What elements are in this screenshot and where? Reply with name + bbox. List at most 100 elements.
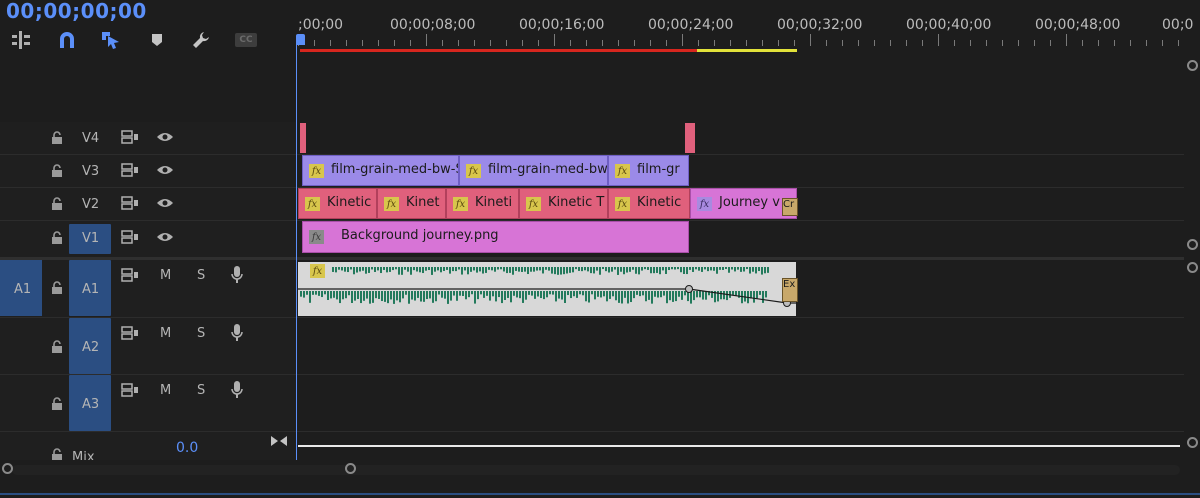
waveform-bar <box>540 291 542 299</box>
lock-icon[interactable] <box>50 397 64 411</box>
sync-lock-icon[interactable] <box>121 130 139 144</box>
eye-icon[interactable] <box>156 164 174 176</box>
transition-marker[interactable]: Ex <box>782 278 798 302</box>
waveform-bar <box>425 267 427 271</box>
time-ruler[interactable]: ;00;00 00;00;08;00 00;00;16;00 00;00;24;… <box>298 0 1193 56</box>
mute-button[interactable]: M <box>160 383 171 398</box>
clip-marker[interactable] <box>300 123 306 153</box>
clip-name: Kineti <box>475 195 513 210</box>
microphone-icon[interactable] <box>230 380 244 400</box>
waveform-bar <box>734 267 736 272</box>
ruler-tick <box>1018 40 1019 46</box>
clip-name: film-grain-med-bw- <box>488 162 608 177</box>
waveform-bar <box>338 267 340 270</box>
microphone-icon[interactable] <box>230 265 244 285</box>
solo-button[interactable]: S <box>197 383 205 398</box>
zoom-handle-left[interactable] <box>2 463 13 474</box>
eye-icon[interactable] <box>156 131 174 143</box>
playhead-line[interactable] <box>296 36 297 460</box>
wrench-settings-icon[interactable] <box>190 30 212 50</box>
waveform-bar <box>665 267 667 274</box>
lock-icon[interactable] <box>50 164 64 178</box>
insert-sequence-icon[interactable] <box>10 30 32 50</box>
waveform-bar <box>638 267 640 275</box>
solo-button[interactable]: S <box>197 268 205 283</box>
mute-button[interactable]: M <box>160 268 171 283</box>
scroll-handle[interactable] <box>1187 239 1198 250</box>
waveform-bar <box>495 291 497 302</box>
lock-icon[interactable] <box>50 131 64 145</box>
captions-icon[interactable]: CC <box>234 30 258 50</box>
linked-selection-icon[interactable] <box>100 30 122 50</box>
lock-icon[interactable] <box>50 281 64 295</box>
waveform-bar <box>531 291 533 296</box>
lock-icon[interactable] <box>50 340 64 354</box>
waveform-bar <box>560 267 562 275</box>
waveform-bar <box>419 267 421 273</box>
waveform-bar <box>429 291 431 299</box>
ruler-tick <box>538 40 539 46</box>
sync-lock-icon[interactable] <box>121 268 139 282</box>
clip-kinetic[interactable]: fx Kinetic <box>608 188 690 219</box>
clip-kinetic[interactable]: fx Kinet <box>377 188 446 219</box>
waveform-bar <box>605 267 607 272</box>
sync-lock-icon[interactable] <box>121 163 139 177</box>
fx-badge: fx <box>453 197 468 211</box>
solo-button[interactable]: S <box>197 326 205 341</box>
microphone-icon[interactable] <box>230 323 244 343</box>
clip-kinetic[interactable]: fx Kinetic <box>298 188 377 219</box>
waveform-bar <box>378 291 380 299</box>
sync-lock-icon[interactable] <box>121 230 139 244</box>
waveform-bar <box>662 267 664 271</box>
scroll-handle[interactable] <box>1187 262 1198 273</box>
clip-kinetic[interactable]: fx Kineti <box>446 188 519 219</box>
waveform-bar <box>428 267 430 271</box>
mute-button[interactable]: M <box>160 326 171 341</box>
clip-marker[interactable] <box>685 123 695 153</box>
clip-film-grain[interactable]: fx film-grain-med-bw- <box>459 155 608 186</box>
waveform-bar <box>483 291 485 298</box>
zoom-handle-right[interactable] <box>345 463 356 474</box>
sync-lock-icon[interactable] <box>121 196 139 210</box>
mix-level-line[interactable] <box>298 445 1180 447</box>
transition-marker[interactable]: Cr <box>782 198 798 216</box>
clip-background-journey[interactable]: fx Background journey.png <box>302 221 689 253</box>
mix-volume-value[interactable]: 0.0 <box>176 440 198 456</box>
scroll-handle[interactable] <box>1187 60 1198 71</box>
zoom-scroll-track[interactable] <box>12 465 1180 475</box>
playhead-timecode[interactable]: 00;00;00;00 <box>6 0 147 23</box>
eye-icon[interactable] <box>156 197 174 209</box>
keyframe-point[interactable] <box>685 285 693 293</box>
waveform-bar <box>363 291 365 301</box>
audio-clip[interactable]: fx Ex <box>298 262 798 316</box>
vertical-scrollbar[interactable] <box>1184 56 1200 460</box>
waveform-bar <box>513 291 515 296</box>
mix-bowtie-icon[interactable] <box>270 435 288 447</box>
waveform-bar <box>629 267 631 272</box>
snap-magnet-icon[interactable] <box>56 30 78 50</box>
waveform-bar <box>501 291 503 304</box>
waveform-bar <box>704 267 706 270</box>
eye-icon[interactable] <box>156 231 174 243</box>
waveform-bar <box>618 291 620 303</box>
waveform-bar <box>374 267 376 272</box>
waveform-bar <box>372 291 374 303</box>
waveform-bar <box>674 267 676 270</box>
clip-kinetic[interactable]: fx Kinetic T <box>519 188 608 219</box>
lock-icon[interactable] <box>50 197 64 211</box>
playhead-handle[interactable] <box>296 34 305 45</box>
add-marker-icon[interactable] <box>146 30 168 50</box>
clip-film-grain[interactable]: fx film-grain-med-bw-S <box>302 155 459 186</box>
clip-film-grain[interactable]: fx film-gr <box>608 155 689 186</box>
ruler-tick <box>714 40 715 46</box>
sync-lock-icon[interactable] <box>121 326 139 340</box>
lock-icon[interactable] <box>50 231 64 245</box>
waveform-bar <box>536 267 538 271</box>
waveform-bar <box>341 267 343 271</box>
sync-lock-icon[interactable] <box>121 383 139 397</box>
waveform-bar <box>591 291 593 295</box>
waveform-bar <box>332 267 334 272</box>
track-header-mix: Mix 0.0 <box>0 432 296 465</box>
scroll-handle[interactable] <box>1187 437 1198 448</box>
clip-journey[interactable]: fx Journey v <box>690 188 797 219</box>
